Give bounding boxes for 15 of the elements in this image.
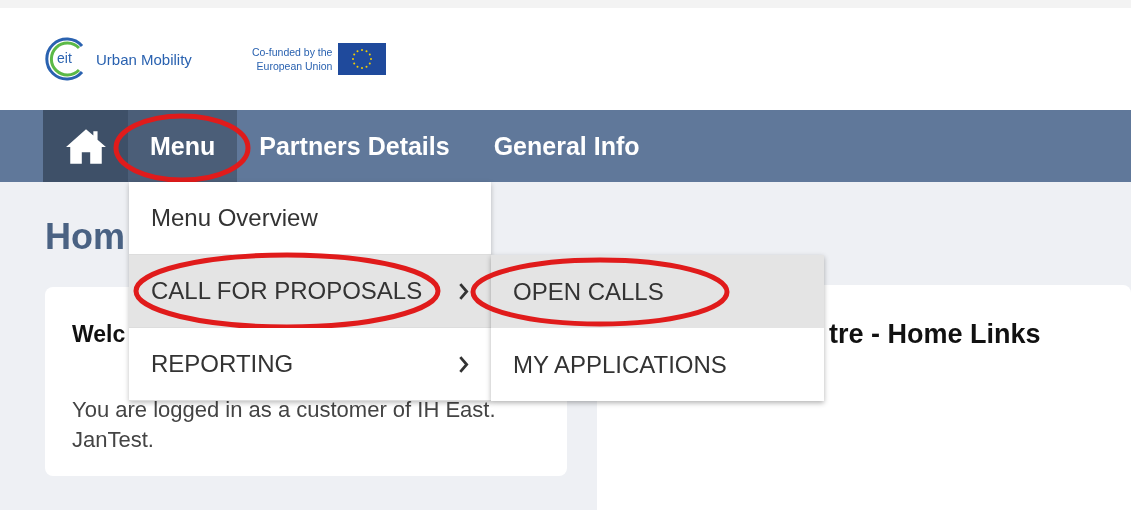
menu-item[interactable]: MY APPLICATIONS (491, 328, 824, 401)
funding-text: Co-funded by the European Union (251, 45, 333, 73)
nav-tab[interactable]: Partners Details (237, 110, 472, 182)
page-heading: Hom (45, 215, 125, 259)
logo-mark: eit (57, 50, 72, 66)
card-title: Welc (72, 320, 126, 349)
card-title: tre - Home Links (829, 318, 1041, 351)
menu-item[interactable]: Menu Overview (129, 182, 491, 255)
menu-item[interactable]: OPEN CALLS (491, 255, 824, 328)
home-button[interactable] (43, 110, 128, 182)
nav-tab[interactable]: General Info (471, 110, 662, 182)
menu-item[interactable]: REPORTING (129, 328, 491, 401)
eu-flag-icon (338, 43, 387, 75)
brand-name: Urban Mobility (96, 50, 192, 68)
home-icon (64, 127, 107, 165)
